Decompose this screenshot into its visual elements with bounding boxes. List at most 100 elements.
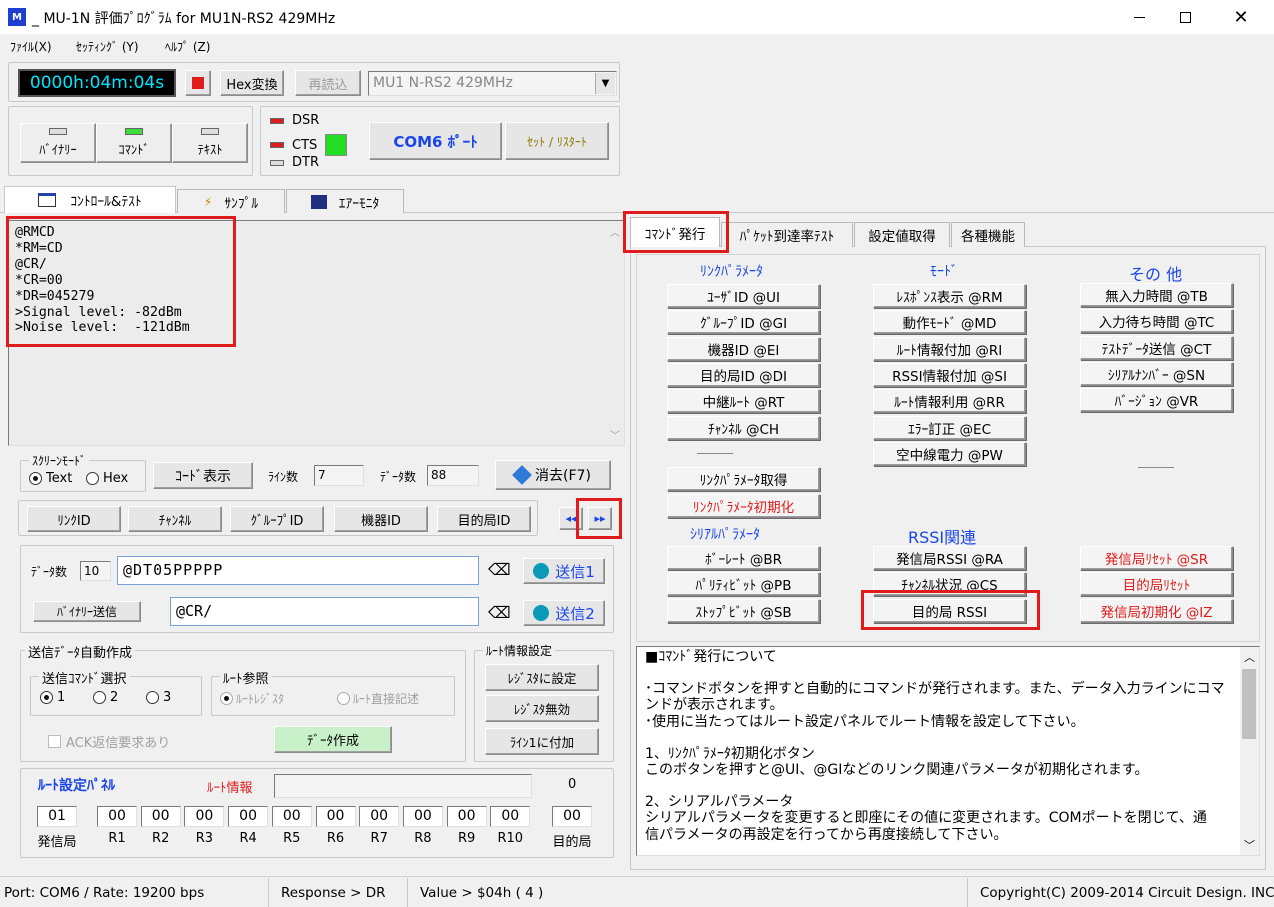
route-ref-direct[interactable]: ﾙｰﾄ直接記述 <box>337 690 419 707</box>
tab-control-test-label: ｺﾝﾄﾛｰﾙ&ﾃｽﾄ <box>70 194 142 210</box>
help-scrollbar[interactable]: ︿ ﹀ <box>1240 647 1259 855</box>
quick-group-id-button[interactable]: ｸﾞﾙｰﾌﾟID <box>230 506 324 532</box>
link-param-button[interactable]: ﾁｬﾝﾈﾙ @CH <box>667 415 820 440</box>
set-register-button[interactable]: ﾚｼﾞｽﾀに設定 <box>485 664 599 691</box>
link-param-button[interactable]: 中継ﾙｰﾄ @RT <box>667 389 820 414</box>
serial-param-button[interactable]: ｽﾄｯﾌﾟﾋﾞｯﾄ @SB <box>667 598 820 623</box>
quick-link-id-button[interactable]: ﾘﾝｸID <box>27 506 121 532</box>
rssi-button[interactable]: 発信局RSSI @RA <box>873 546 1026 570</box>
reload-button[interactable]: 再読込 <box>295 70 361 96</box>
reset-button[interactable]: 目的局ﾘｾｯﾄ <box>1080 572 1233 597</box>
tab-sample[interactable]: ⚡ ｻﾝﾌﾟﾙ <box>177 189 285 213</box>
serial-param-button[interactable]: ﾊﾟﾘﾃｨﾋﾞｯﾄ @PB <box>667 572 820 597</box>
scroll-thumb[interactable] <box>1242 669 1256 739</box>
append-line1-button[interactable]: ﾗｲﾝ1に付加 <box>485 728 599 755</box>
clear-input-2-icon[interactable]: ⌫ <box>488 603 511 622</box>
tab-air-monitor[interactable]: ｴｱｰﾓﾆﾀ <box>286 189 404 213</box>
link-param-button[interactable]: ｸﾞﾙｰﾌﾟID @GI <box>667 310 820 335</box>
route-relay-field[interactable]: 00 <box>228 806 269 827</box>
tab-get-settings[interactable]: 設定値取得 <box>854 222 950 247</box>
link-param-button[interactable]: ﾕｰｻﾞID @UI <box>667 284 820 308</box>
com-port-button[interactable]: COM6 ﾎﾟｰﾄ <box>369 122 502 160</box>
link-param-init-button[interactable]: ﾘﾝｸﾊﾟﾗﾒｰﾀ初期化 <box>667 494 820 518</box>
menu-bar: ﾌｧｲﾙ(X) ｾｯﾃｨﾝｸﾞ (Y) ﾍﾙﾌﾟ (Z) <box>0 34 1274 58</box>
reset-button[interactable]: 発信局初期化 @IZ <box>1080 598 1233 623</box>
device-select[interactable]: MU1 N-RS2 429MHz ▼ <box>368 71 617 96</box>
stop-button[interactable] <box>185 70 211 96</box>
scroll-up-icon[interactable]: ︿ <box>1244 649 1255 665</box>
route-relay-field[interactable]: 00 <box>446 806 487 827</box>
tab-control-test[interactable]: ｺﾝﾄﾛｰﾙ&ﾃｽﾄ <box>4 186 176 213</box>
route-relay-field[interactable]: 00 <box>271 806 312 827</box>
menu-file[interactable]: ﾌｧｲﾙ(X) <box>10 38 52 55</box>
help-text-area[interactable]: ■ｺﾏﾝﾄﾞ発行について ･コマンドボタンを押すと自動的にコマンドが発行されます。… <box>636 646 1260 856</box>
mode-param-button[interactable]: 動作ﾓｰﾄﾞ @MD <box>873 310 1026 335</box>
quick-channel-button[interactable]: ﾁｬﾝﾈﾙ <box>128 506 222 532</box>
send-1-button[interactable]: 送信1 <box>523 558 605 584</box>
mode-text-button[interactable]: ﾃｷｽﾄ <box>172 123 248 163</box>
route-source-field[interactable]: 01 <box>37 806 77 827</box>
cmd-radio-2[interactable]: 2 <box>93 690 118 705</box>
code-display-button[interactable]: ｺｰﾄﾞ表示 <box>153 462 253 489</box>
binary-send-button[interactable]: ﾊﾞｲﾅﾘｰ送信 <box>33 601 141 622</box>
mode-param-button[interactable]: ﾚｽﾎﾟﾝｽ表示 @RM <box>873 284 1026 308</box>
mode-param-button[interactable]: ﾙｰﾄ情報利用 @RR <box>873 389 1026 414</box>
route-ref-register[interactable]: ﾙｰﾄﾚｼﾞｽﾀ <box>220 690 284 707</box>
route-relay-field[interactable]: 00 <box>490 806 531 827</box>
quick-dest-id-button[interactable]: 目的局ID <box>437 506 531 532</box>
make-data-button[interactable]: ﾃﾞｰﾀ作成 <box>274 726 392 753</box>
other-param-button[interactable]: ﾃｽﾄﾃﾞｰﾀ送信 @CT <box>1080 335 1233 360</box>
radio-icon <box>220 692 233 705</box>
set-restart-button[interactable]: ｾｯﾄ / ﾘｽﾀｰﾄ <box>505 122 609 160</box>
send-2-button[interactable]: 送信2 <box>523 600 605 626</box>
mode-binary-button[interactable]: ﾊﾞｲﾅﾘｰ <box>20 123 96 163</box>
route-relay-field[interactable]: 00 <box>402 806 443 827</box>
clear-button[interactable]: 消去(F7) <box>495 460 611 490</box>
link-param-button[interactable]: 機器ID @EI <box>667 336 820 361</box>
clear-input-1-icon[interactable]: ⌫ <box>488 560 511 579</box>
cmd-radio-1[interactable]: 1 <box>40 690 65 705</box>
ack-checkbox[interactable]: ACK返信要求あり <box>48 732 170 751</box>
serial-param-button[interactable]: ﾎﾞｰﾚｰﾄ @BR <box>667 546 820 570</box>
scroll-down-icon[interactable]: ﹀ <box>1244 837 1255 853</box>
cmd-radio-3[interactable]: 3 <box>146 690 171 705</box>
route-dest-field[interactable]: 00 <box>552 806 592 827</box>
reset-button[interactable]: 発信局ﾘｾｯﾄ @SR <box>1080 546 1233 570</box>
mode-param-button[interactable]: RSSI情報付加 @SI <box>873 362 1026 387</box>
hex-convert-button[interactable]: Hex変換 <box>220 70 284 96</box>
maximize-button[interactable] <box>1162 0 1208 34</box>
mode-param-button[interactable]: ﾙｰﾄ情報付加 @RI <box>873 336 1026 361</box>
cmd-radio-2-label: 2 <box>110 690 119 705</box>
disable-register-button[interactable]: ﾚｼﾞｽﾀ無効 <box>485 695 599 722</box>
route-relay-field[interactable]: 00 <box>140 806 181 827</box>
tab-packet-test[interactable]: ﾊﾟｹｯﾄ到達率ﾃｽﾄ <box>721 222 853 247</box>
console-scrollbar[interactable]: ︿ ﹀ <box>607 221 624 445</box>
mode-command-button[interactable]: ｺﾏﾝﾄﾞ <box>96 123 172 163</box>
other-param-button[interactable]: 入力待ち時間 @TC <box>1080 309 1233 334</box>
link-param-get-button[interactable]: ﾘﾝｸﾊﾟﾗﾒｰﾀ取得 <box>667 467 820 491</box>
minimize-button[interactable] <box>1116 0 1162 34</box>
menu-help[interactable]: ﾍﾙﾌﾟ (Z) <box>165 38 210 55</box>
quick-device-id-button[interactable]: 機器ID <box>334 506 428 532</box>
radio-hex[interactable]: Hex <box>86 471 128 486</box>
radio-text[interactable]: Text <box>29 471 72 486</box>
other-param-button[interactable]: ｼﾘｱﾙﾅﾝﾊﾞｰ @SN <box>1080 361 1233 386</box>
route-info-field[interactable] <box>274 774 532 798</box>
route-relay-field[interactable]: 00 <box>97 806 137 827</box>
link-param-button[interactable]: 目的局ID @DI <box>667 362 820 387</box>
scroll-down-icon[interactable]: ﹀ <box>610 427 620 442</box>
menu-settings[interactable]: ｾｯﾃｨﾝｸﾞ (Y) <box>76 38 139 55</box>
mode-param-button[interactable]: ｴﾗｰ訂正 @EC <box>873 415 1026 440</box>
other-param-button[interactable]: 無入力時間 @TB <box>1080 283 1233 307</box>
mode-param-button[interactable]: 空中線電力 @PW <box>873 441 1026 466</box>
send-input-1[interactable]: @DT05PPPPP <box>117 556 479 585</box>
send-input-2[interactable]: @CR/ <box>170 597 479 626</box>
route-relay-field[interactable]: 00 <box>184 806 225 827</box>
tab-functions[interactable]: 各種機能 <box>951 222 1025 247</box>
chevron-down-icon[interactable]: ▼ <box>595 73 615 94</box>
other-param-button[interactable]: ﾊﾞｰｼﾞｮﾝ @VR <box>1080 388 1233 413</box>
route-relay-field[interactable]: 00 <box>315 806 356 827</box>
scroll-up-icon[interactable]: ︿ <box>610 224 620 239</box>
route-relay-field[interactable]: 00 <box>359 806 400 827</box>
close-button[interactable]: ✕ <box>1208 0 1274 34</box>
